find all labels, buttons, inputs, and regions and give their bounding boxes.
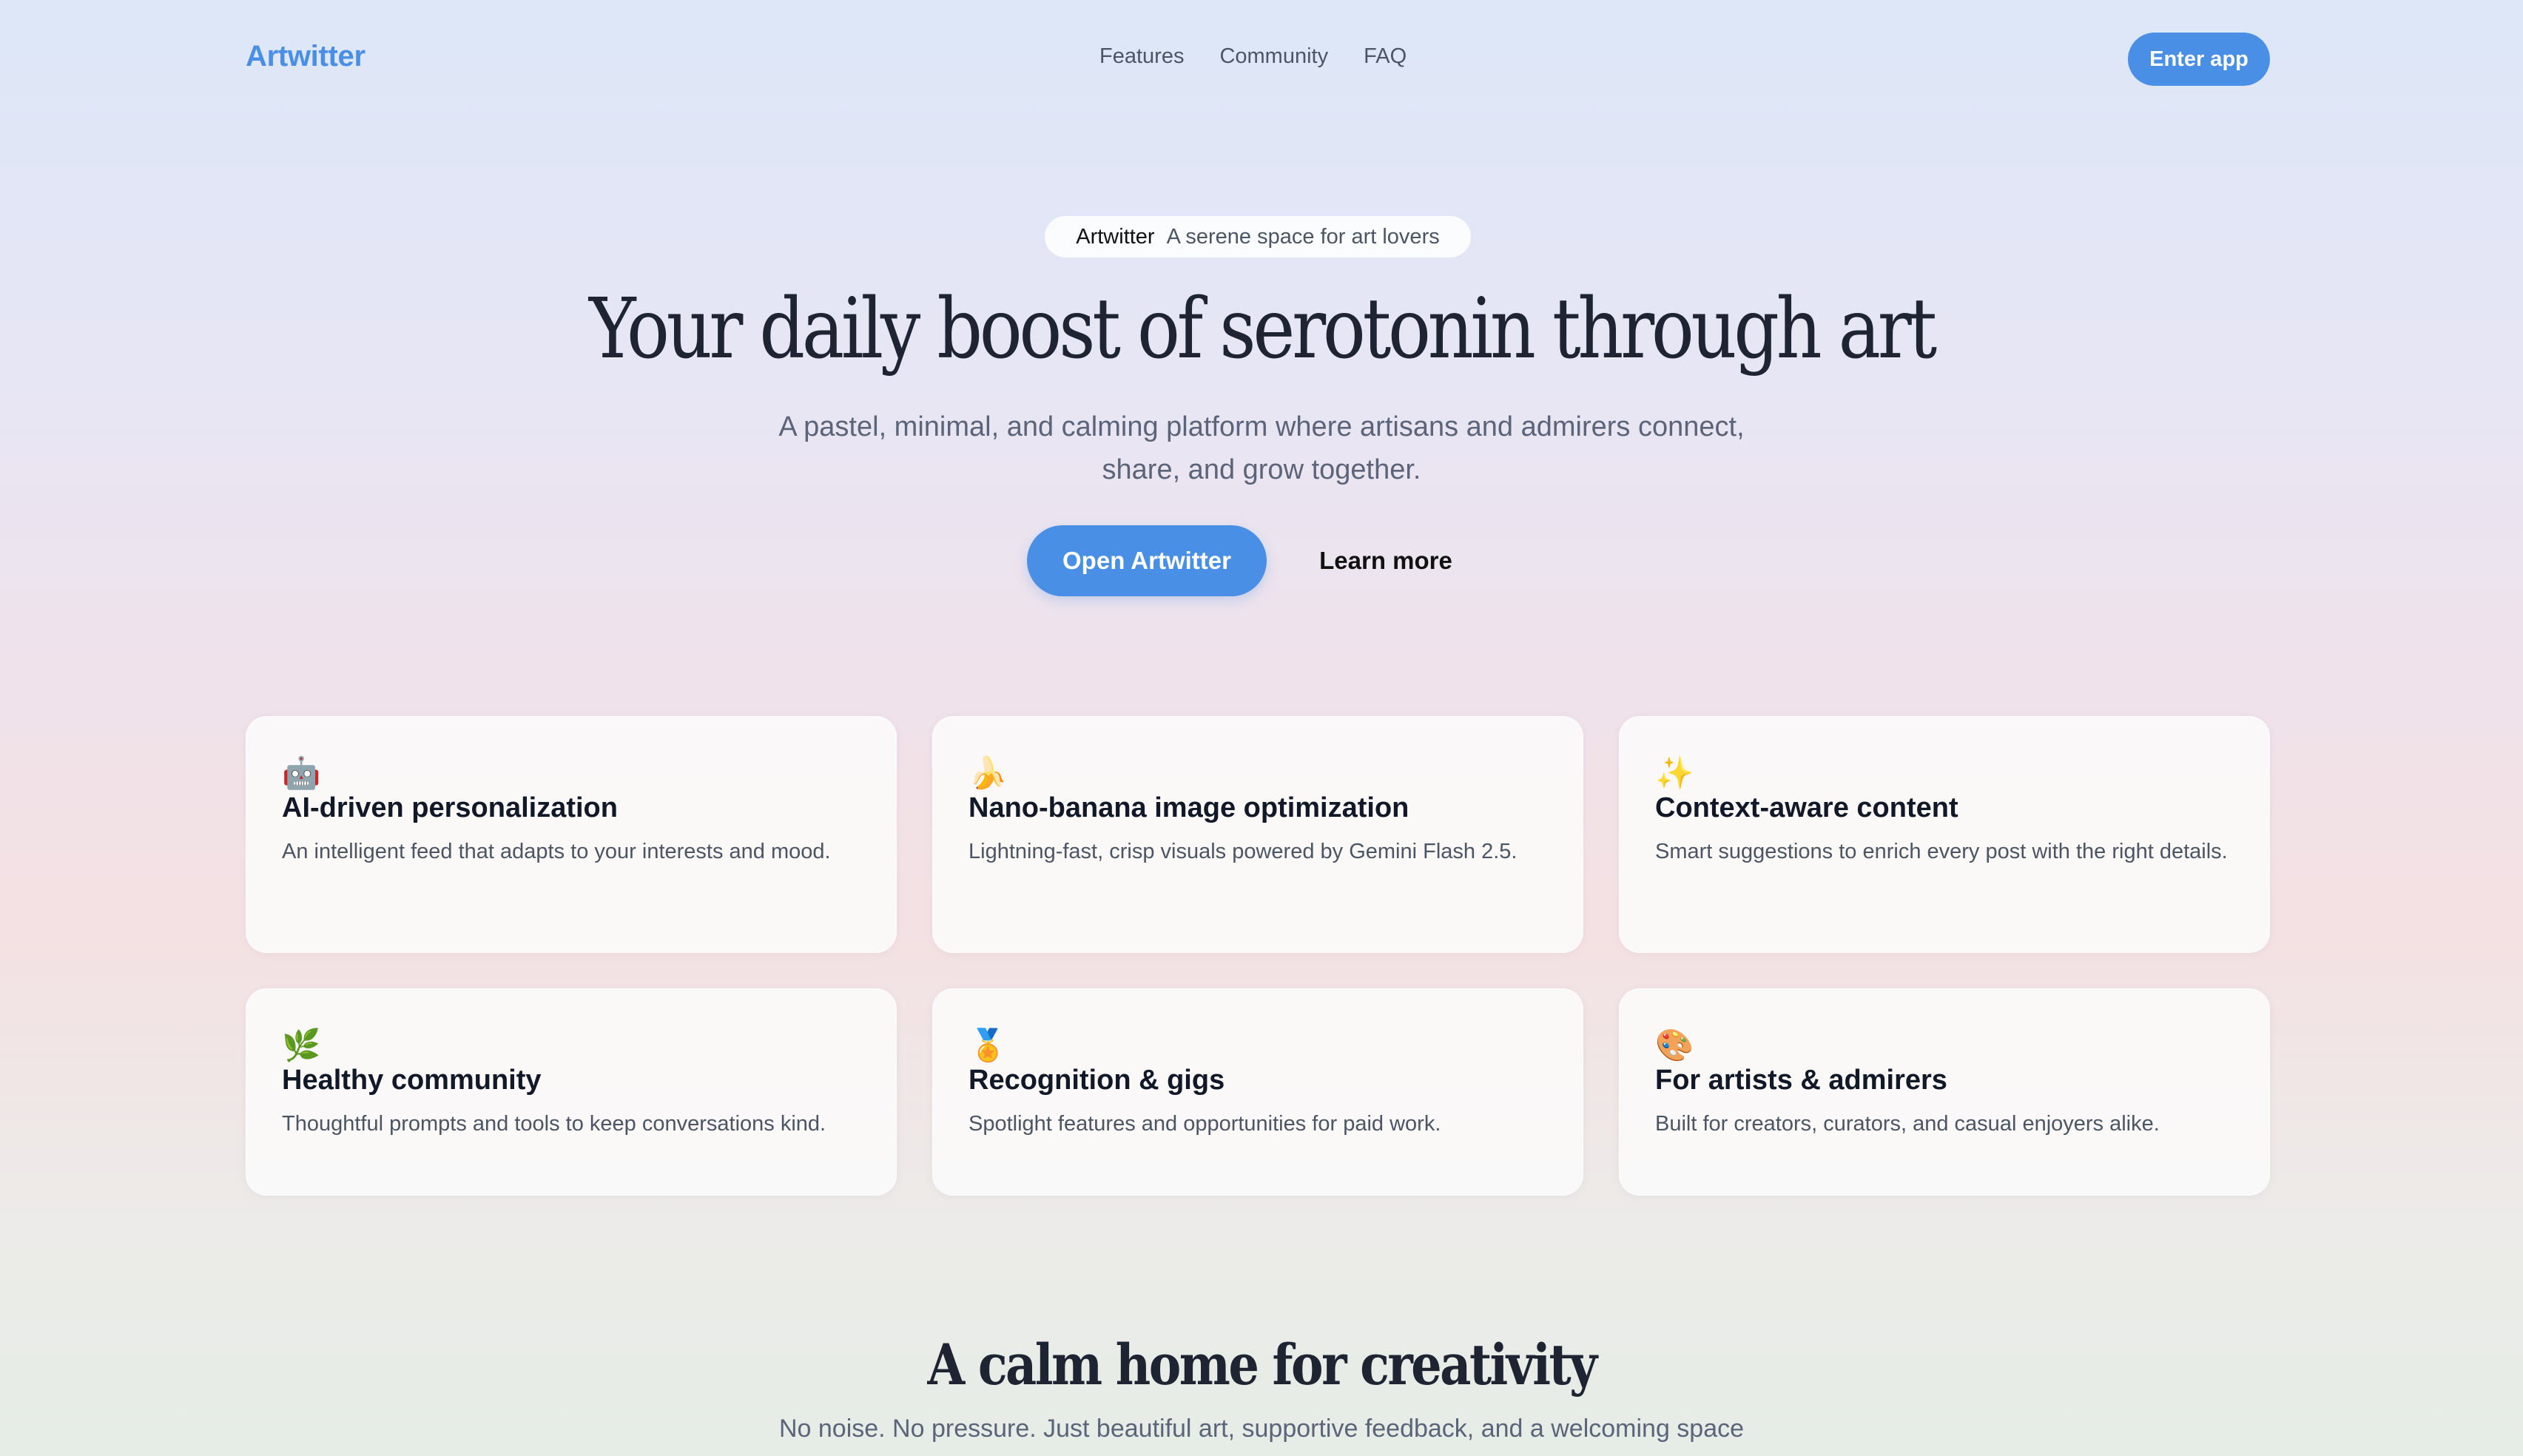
hero-pill: Artwitter A serene space for art lovers bbox=[1045, 216, 1471, 257]
nav-link-community[interactable]: Community bbox=[1219, 44, 1328, 69]
robot-icon: 🤖 bbox=[282, 755, 321, 791]
sparkles-icon: ✨ bbox=[1655, 755, 1694, 791]
feature-card: 🎨 For artists & admirers Built for creat… bbox=[1619, 988, 2270, 1196]
feature-title: Healthy community bbox=[282, 1065, 542, 1096]
feature-title: Recognition & gigs bbox=[969, 1065, 1225, 1096]
feature-description: Built for creators, curators, and casual… bbox=[1655, 1112, 2160, 1136]
pill-tagline: A serene space for art lovers bbox=[1166, 224, 1440, 249]
feature-title: AI-driven personalization bbox=[282, 792, 618, 823]
pill-brand: Artwitter bbox=[1076, 224, 1155, 249]
feature-title: Context-aware content bbox=[1655, 792, 1958, 823]
palette-icon: 🎨 bbox=[1655, 1027, 1694, 1063]
open-artwitter-button[interactable]: Open Artwitter bbox=[1027, 525, 1267, 596]
banana-icon: 🍌 bbox=[969, 755, 1008, 791]
hero-title: Your daily boost of serotonin through ar… bbox=[589, 281, 1937, 377]
feature-description: Smart suggestions to enrich every post w… bbox=[1655, 840, 2228, 863]
section-subtitle: No noise. No pressure. Just beautiful ar… bbox=[778, 1415, 1745, 1443]
hero-subtitle: A pastel, minimal, and calming platform … bbox=[778, 411, 1745, 485]
medal-icon: 🏅 bbox=[969, 1027, 1008, 1063]
feature-card: 🌿 Healthy community Thoughtful prompts a… bbox=[246, 988, 897, 1196]
herb-icon: 🌿 bbox=[282, 1027, 321, 1063]
feature-card: 🏅 Recognition & gigs Spotlight features … bbox=[932, 988, 1583, 1196]
feature-card: ✨ Context-aware content Smart suggestion… bbox=[1619, 716, 2270, 953]
feature-description: Lightning-fast, crisp visuals powered by… bbox=[969, 840, 1517, 863]
feature-description: An intelligent feed that adapts to your … bbox=[282, 840, 831, 863]
feature-title: For artists & admirers bbox=[1655, 1065, 1947, 1096]
feature-card: 🤖 AI-driven personalization An intellige… bbox=[246, 716, 897, 953]
top-nav: Artwitter Features Community FAQ Enter a… bbox=[0, 0, 2523, 118]
nav-links: Features Community FAQ bbox=[1099, 44, 1407, 69]
feature-description: Thoughtful prompts and tools to keep con… bbox=[282, 1112, 826, 1136]
enter-app-button[interactable]: Enter app bbox=[2128, 33, 2270, 86]
nav-link-faq[interactable]: FAQ bbox=[1364, 44, 1407, 69]
nav-link-features[interactable]: Features bbox=[1099, 44, 1184, 69]
feature-card: 🍌 Nano-banana image optimization Lightni… bbox=[932, 716, 1583, 953]
section-title: A calm home for creativity bbox=[927, 1332, 1598, 1398]
feature-description: Spotlight features and opportunities for… bbox=[969, 1112, 1441, 1136]
brand-logo[interactable]: Artwitter bbox=[246, 40, 366, 73]
learn-more-button[interactable]: Learn more bbox=[1296, 525, 1475, 596]
feature-title: Nano-banana image optimization bbox=[969, 792, 1409, 823]
